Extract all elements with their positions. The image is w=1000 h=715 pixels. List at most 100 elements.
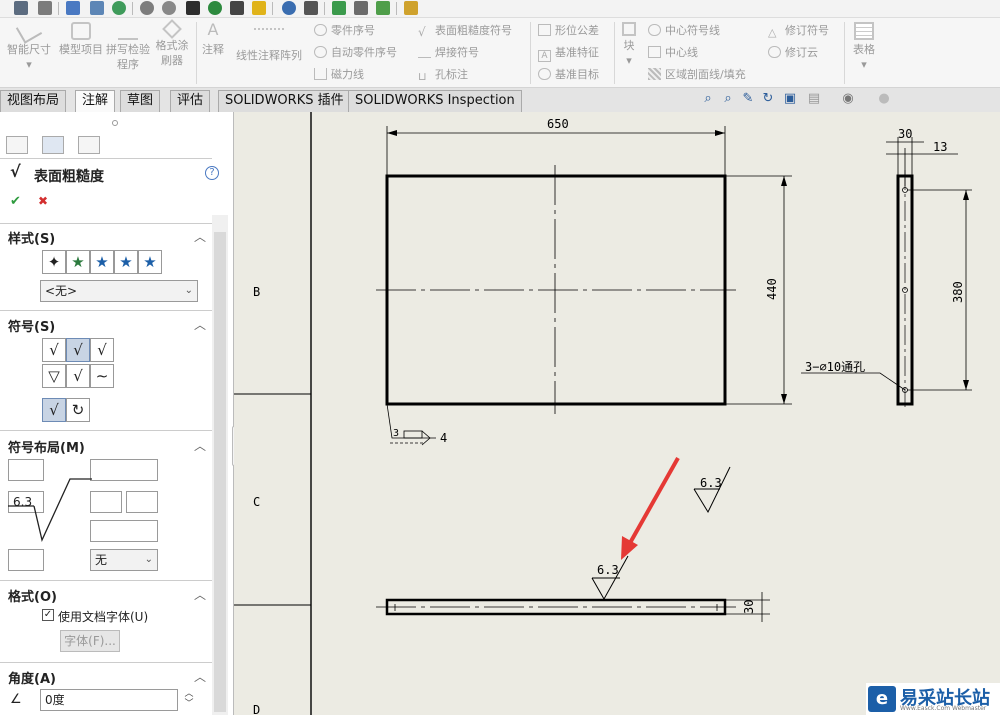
add-favorite-button[interactable]: ★ xyxy=(66,250,90,274)
smart-dimension-button[interactable]: 智能尺寸 ▾ xyxy=(4,18,54,72)
surface-finish-button[interactable]: √ 表面粗糙度符号 xyxy=(418,24,512,38)
filter-icon[interactable] xyxy=(186,1,200,15)
machining-prohibited-button[interactable]: √ xyxy=(90,338,114,362)
display-icon[interactable]: ▣ xyxy=(782,91,798,107)
gtol-button[interactable]: 形位公差 xyxy=(538,24,599,38)
dimension-icon[interactable] xyxy=(230,1,244,15)
tab-dim-expert[interactable] xyxy=(78,136,100,154)
collapse-icon[interactable]: ︿ xyxy=(194,228,206,245)
panel-scrollbar-thumb[interactable] xyxy=(214,232,226,712)
load-style-button[interactable]: ★ xyxy=(138,250,162,274)
help-button[interactable]: ? xyxy=(205,166,219,180)
pin-icon[interactable] xyxy=(208,1,222,15)
basic-symbol-button[interactable]: √ xyxy=(42,338,66,362)
zoom-fit-icon[interactable]: ⌕ xyxy=(700,91,716,107)
collapse-icon[interactable]: ︿ xyxy=(194,668,206,685)
tab-sketch[interactable]: 草图 xyxy=(120,90,161,112)
cancel-button[interactable]: ✖ xyxy=(38,194,48,208)
window-icon[interactable] xyxy=(332,1,346,15)
tab-solidworks-addins[interactable]: SOLIDWORKS 插件 xyxy=(218,90,351,112)
model-items-button[interactable]: 模型项目 xyxy=(58,22,104,57)
dimension-30-top[interactable]: 30 xyxy=(898,127,912,141)
style-section-header[interactable]: 样式(S) xyxy=(8,228,55,247)
cutoff-field[interactable] xyxy=(90,459,158,481)
weld-symbol-button[interactable]: 焊接符号 xyxy=(418,46,479,60)
hole-callout-text[interactable]: 3−∅10通孔 xyxy=(805,360,865,374)
jis-machining-button[interactable]: √ xyxy=(66,364,90,388)
appearance-icon[interactable]: ● xyxy=(876,91,892,107)
save-icon[interactable] xyxy=(66,1,80,15)
dimension-440[interactable]: 440 xyxy=(765,278,779,300)
format-section-header[interactable]: 格式(O) xyxy=(8,586,57,605)
tab-property-manager[interactable] xyxy=(42,136,64,154)
options-icon[interactable] xyxy=(140,1,154,15)
pen-icon[interactable]: ✎ xyxy=(740,91,756,107)
spell-check-button[interactable]: 拼写检验程序 xyxy=(106,22,150,72)
dimension-650[interactable]: 650 xyxy=(547,117,569,131)
gear-icon[interactable] xyxy=(162,1,176,15)
arrow-icon[interactable] xyxy=(14,1,28,15)
format-painter-button[interactable]: 格式涂刷器 xyxy=(152,19,192,68)
angle-field[interactable]: 0度 xyxy=(40,689,178,711)
center-mark-button[interactable]: 中心符号线 xyxy=(648,24,720,38)
machining-required-button[interactable]: √ xyxy=(66,338,90,362)
view-orientation-icon[interactable]: ▤ xyxy=(806,91,822,107)
collapse-icon[interactable]: ︿ xyxy=(194,316,206,333)
collapse-icon[interactable]: ︿ xyxy=(194,586,206,603)
zoom-area-icon[interactable]: ⌕ xyxy=(720,91,736,107)
drawing-sheet[interactable]: B C D 650 440 30 13 380 3−∅10通孔 3 4 6.3 … xyxy=(234,112,1000,715)
balloon-button[interactable]: 零件序号 xyxy=(314,24,375,38)
rebuild-icon[interactable] xyxy=(90,1,104,15)
linear-note-pattern-button[interactable]: 线性注释阵列 xyxy=(230,22,308,63)
jis-basic-button[interactable]: ▽ xyxy=(42,364,66,388)
tab-feature-manager[interactable] xyxy=(6,136,28,154)
tab-view-layout[interactable]: 视图布局 xyxy=(0,90,67,112)
lay-direction-dropdown[interactable]: 无 ⌄ xyxy=(90,549,158,571)
angle-spinner[interactable]: ︿ ﹀ xyxy=(182,689,196,711)
globe-icon[interactable] xyxy=(112,1,126,15)
panel-grip[interactable] xyxy=(112,120,118,126)
auto-balloon-button[interactable]: 自动零件序号 xyxy=(314,46,397,60)
jis-unmachined-button[interactable]: ∼ xyxy=(90,364,114,388)
group-icon[interactable] xyxy=(252,1,266,15)
note-button[interactable]: A 注释 xyxy=(198,22,228,57)
tables-button[interactable]: 表格 ▾ xyxy=(848,22,880,72)
sampling-length-field[interactable] xyxy=(126,491,158,513)
dimension-380[interactable]: 380 xyxy=(951,281,965,303)
tab-annotation[interactable]: 注解 xyxy=(75,90,116,112)
symbol-section-header[interactable]: 符号(S) xyxy=(8,316,55,335)
min-roughness-field[interactable] xyxy=(8,549,44,571)
ok-button[interactable]: ✔ xyxy=(10,194,21,209)
tab-solidworks-inspection[interactable]: SOLIDWORKS Inspection xyxy=(348,90,522,112)
select-icon[interactable] xyxy=(304,1,318,15)
collapse-icon[interactable]: ︿ xyxy=(194,437,206,454)
tab-evaluate[interactable]: 评估 xyxy=(170,90,211,112)
area-hatch-button[interactable]: 区域剖面线/填充 xyxy=(648,68,746,82)
delete-style-button[interactable]: ★ xyxy=(90,250,114,274)
dimension-30-bottom[interactable]: 30 xyxy=(742,600,756,614)
other-roughness-field[interactable] xyxy=(90,520,158,542)
revision-symbol-button[interactable]: △ 修订符号 xyxy=(768,24,829,39)
magnetic-line-button[interactable]: 磁力线 xyxy=(314,68,364,82)
save-style-button[interactable]: ★ xyxy=(114,250,138,274)
style-dropdown[interactable]: <无> ⌄ xyxy=(40,280,198,302)
sketch-icon[interactable] xyxy=(38,1,52,15)
rotate-icon[interactable]: ↻ xyxy=(760,91,776,107)
font-button[interactable]: 字体(F)... xyxy=(60,630,120,652)
use-doc-font-checkbox[interactable]: ✓ xyxy=(42,609,54,621)
local-symbol-button[interactable]: √ xyxy=(42,398,66,422)
hide-show-icon[interactable]: ◉ xyxy=(840,91,856,107)
camera-icon[interactable] xyxy=(354,1,368,15)
page-icon[interactable] xyxy=(404,1,418,15)
drawing-svg[interactable]: B C D 650 440 30 13 380 3−∅10通孔 3 4 6.3 … xyxy=(234,112,1000,715)
all-around-button[interactable]: ↻ xyxy=(66,398,90,422)
angle-section-header[interactable]: 角度(A) xyxy=(8,668,56,687)
datum-target-button[interactable]: 基准目标 xyxy=(538,68,599,82)
add-style-button[interactable]: ✦ xyxy=(42,250,66,274)
datum-feature-button[interactable]: A 基准特征 xyxy=(538,46,599,62)
block-button[interactable]: 块 ▾ xyxy=(616,22,642,68)
revision-cloud-button[interactable]: 修订云 xyxy=(768,46,818,60)
doc-icon[interactable] xyxy=(376,1,390,15)
hole-callout-button[interactable]: ⊔ 孔标注 xyxy=(418,68,468,83)
dimension-13[interactable]: 13 xyxy=(933,140,947,154)
